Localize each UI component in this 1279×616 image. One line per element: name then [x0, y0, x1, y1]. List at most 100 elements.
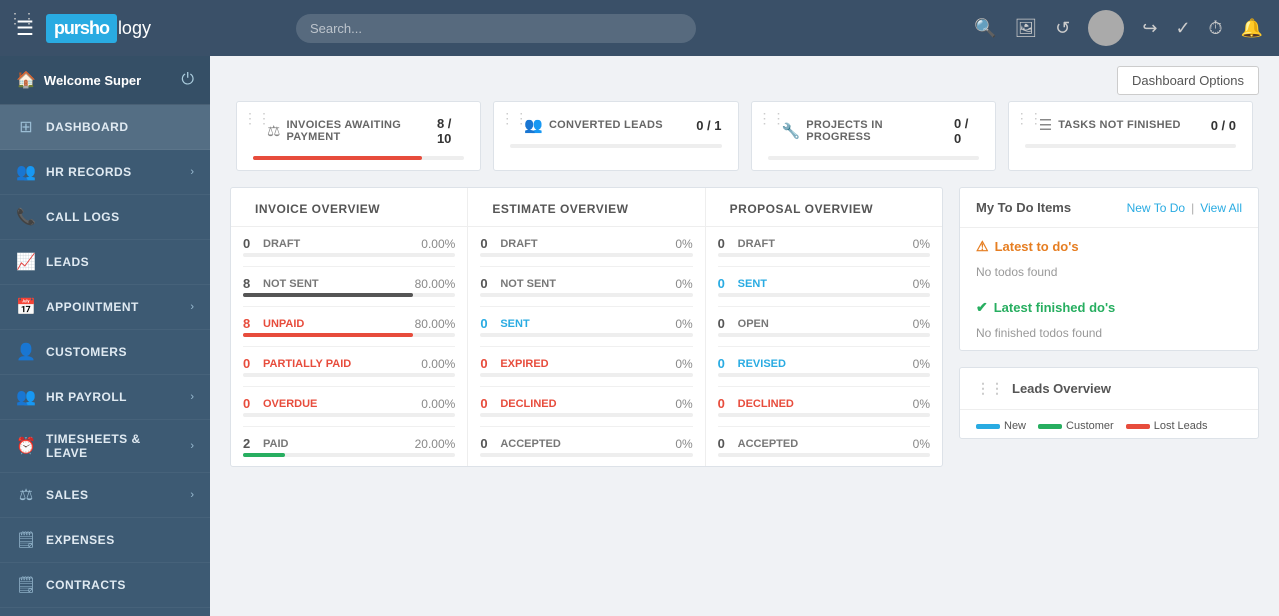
ov-bar-wrap	[480, 413, 692, 417]
new-todo-link[interactable]: New To Do	[1127, 201, 1185, 215]
latest-finished-label: Latest finished do's	[994, 300, 1116, 315]
legend-label: Customer	[1066, 420, 1114, 432]
call-logs-icon: 📞	[16, 207, 36, 227]
no-finished-text: No finished todos found	[960, 322, 1258, 350]
leads-icon: 📈	[16, 252, 36, 272]
sidebar-item-hr-records[interactable]: 👥 HR RECORDS ›	[0, 150, 210, 195]
view-all-link[interactable]: View All	[1200, 201, 1242, 215]
sidebar-item-leads[interactable]: 📈 LEADS	[0, 240, 210, 285]
overview-row: 0 DRAFT 0%	[718, 227, 930, 267]
sidebar-item-call-logs[interactable]: 📞 CALL LOGS	[0, 195, 210, 240]
stat-card-tasks-not-finished: ⋮⋮ ☰ TASKS NOT FINISHED 0 / 0	[1008, 101, 1253, 171]
overview-row: 0 PARTIALLY PAID 0.00%	[243, 347, 455, 387]
sidebar: 🏠 Welcome Super ⏻ ⊞ DASHBOARD 👥 HR RECOR…	[0, 56, 210, 616]
avatar[interactable]	[1088, 10, 1124, 46]
stat-card-value: 8 / 10	[437, 116, 464, 146]
stat-card-value: 0 / 1	[696, 118, 721, 133]
ov-label: OVERDUE	[263, 398, 404, 410]
ov-label: PARTIALLY PAID	[263, 358, 404, 370]
sidebar-item-dashboard[interactable]: ⊞ DASHBOARD	[0, 105, 210, 150]
overview-row: 2 PAID 20.00%	[243, 427, 455, 466]
overview-rows: 0 DRAFT 0% 0 SENT 0%	[706, 227, 942, 466]
ov-count: 0	[480, 276, 494, 291]
ov-label: DRAFT	[738, 238, 879, 250]
main-content: Dashboard Options ⋮⋮ ⚖ INVOICES AWAITING…	[210, 56, 1279, 616]
ov-count: 0	[480, 316, 494, 331]
logo-box[interactable]: pursho	[46, 14, 117, 43]
sidebar-item-appointment[interactable]: 📅 APPOINTMENT ›	[0, 285, 210, 330]
overview-row: 8 UNPAID 80.00%	[243, 307, 455, 347]
sidebar-user: 🏠 Welcome Super ⏻	[0, 56, 210, 105]
ov-count: 0	[480, 396, 494, 411]
sidebar-item-label: LEADS	[46, 255, 194, 269]
history-icon[interactable]: ↺	[1055, 18, 1070, 39]
ov-label: ACCEPTED	[500, 438, 641, 450]
ov-pct: 0%	[885, 357, 930, 371]
ov-bar-wrap	[480, 373, 692, 377]
bell-icon[interactable]: 🔔	[1241, 18, 1263, 39]
stat-card-invoices-awaiting: ⋮⋮ ⚖ INVOICES AWAITING PAYMENT 8 / 10	[236, 101, 481, 171]
content-area: ⋮⋮ INVOICE OVERVIEW 0 DRAFT 0.00% 8 N	[210, 187, 1279, 483]
power-icon[interactable]: ⏻	[181, 71, 194, 89]
overview-row: 0 ACCEPTED 0%	[480, 427, 692, 466]
sidebar-item-estimate-request[interactable]: 🗒 ESTIMATE REQUEST	[0, 608, 210, 616]
overview-row: 0 OVERDUE 0.00%	[243, 387, 455, 427]
clock-icon[interactable]: ⏱	[1209, 18, 1223, 39]
legend-item: New	[976, 420, 1026, 432]
stat-card-bar	[510, 144, 721, 148]
ov-pct: 0.00%	[410, 237, 455, 251]
stat-cards-row: ⋮⋮ ⚖ INVOICES AWAITING PAYMENT 8 / 10 ⋮⋮…	[210, 101, 1279, 187]
timesheets-icon: ⏰	[16, 436, 36, 456]
search-input[interactable]	[296, 14, 696, 43]
stat-card-label: CONVERTED LEADS	[549, 119, 663, 131]
ov-pct: 0%	[648, 277, 693, 291]
ov-bar-wrap	[243, 333, 455, 337]
sidebar-item-customers[interactable]: 👤 CUSTOMERS	[0, 330, 210, 375]
share-icon[interactable]: ↪	[1142, 18, 1157, 39]
media-icon[interactable]: 🖼	[1014, 18, 1037, 39]
stat-card-converted-leads: ⋮⋮ 👥 CONVERTED LEADS 0 / 1	[493, 101, 738, 171]
overviews-panel: ⋮⋮ INVOICE OVERVIEW 0 DRAFT 0.00% 8 N	[230, 187, 943, 467]
sidebar-item-contracts[interactable]: 🗒 CONTRACTS	[0, 563, 210, 608]
ov-count: 8	[243, 316, 257, 331]
search-icon[interactable]: 🔍	[974, 18, 996, 39]
ov-label: ACCEPTED	[738, 438, 879, 450]
ov-bar-wrap	[718, 373, 930, 377]
ov-count: 0	[718, 316, 732, 331]
ov-count: 0	[718, 236, 732, 251]
latest-finished-section: ✔ Latest finished do's	[960, 289, 1258, 322]
overview-title: ESTIMATE OVERVIEW	[468, 188, 704, 227]
dashboard-options-button[interactable]: Dashboard Options	[1117, 66, 1259, 95]
sidebar-item-label: TIMESHEETS & LEAVE	[46, 432, 180, 460]
legend-color	[1126, 424, 1150, 429]
ov-label: SENT	[500, 318, 641, 330]
ov-bar-wrap	[718, 413, 930, 417]
ov-bar-wrap	[718, 253, 930, 257]
sidebar-item-timesheets[interactable]: ⏰ TIMESHEETS & LEAVE ›	[0, 420, 210, 473]
ov-pct: 80.00%	[410, 277, 455, 291]
customers-icon: 👤	[16, 342, 36, 362]
stat-card-bar-fill	[253, 156, 422, 160]
ov-count: 0	[718, 276, 732, 291]
stat-card-header: 🔧 PROJECTS IN PROGRESS 0 / 0	[768, 116, 979, 146]
sidebar-item-expenses[interactable]: 🗒 EXPENSES	[0, 518, 210, 563]
ov-pct: 0%	[648, 437, 693, 451]
legend-item: Customer	[1038, 420, 1114, 432]
stat-card-label: INVOICES AWAITING PAYMENT	[286, 119, 430, 143]
ov-pct: 0%	[648, 397, 693, 411]
ov-label: SENT	[738, 278, 879, 290]
sidebar-item-sales[interactable]: ⚖ SALES ›	[0, 473, 210, 518]
legend-label: Lost Leads	[1154, 420, 1208, 432]
contracts-icon: 🗒	[16, 575, 36, 595]
sidebar-item-label: HR RECORDS	[46, 165, 180, 179]
checkmark-green-icon: ✔	[976, 299, 988, 316]
ov-pct: 0%	[885, 437, 930, 451]
search-bar[interactable]	[296, 14, 696, 43]
sidebar-item-label: DASHBOARD	[46, 120, 194, 134]
stat-card-projects-in-progress: ⋮⋮ 🔧 PROJECTS IN PROGRESS 0 / 0	[751, 101, 996, 171]
overview-rows: 0 DRAFT 0.00% 8 NOT SENT 80.00%	[231, 227, 467, 466]
sidebar-item-hr-payroll[interactable]: 👥 HR PAYROLL ›	[0, 375, 210, 420]
ov-bar-wrap	[718, 293, 930, 297]
checkmark-icon[interactable]: ✓	[1175, 18, 1190, 39]
ov-pct: 0%	[648, 317, 693, 331]
